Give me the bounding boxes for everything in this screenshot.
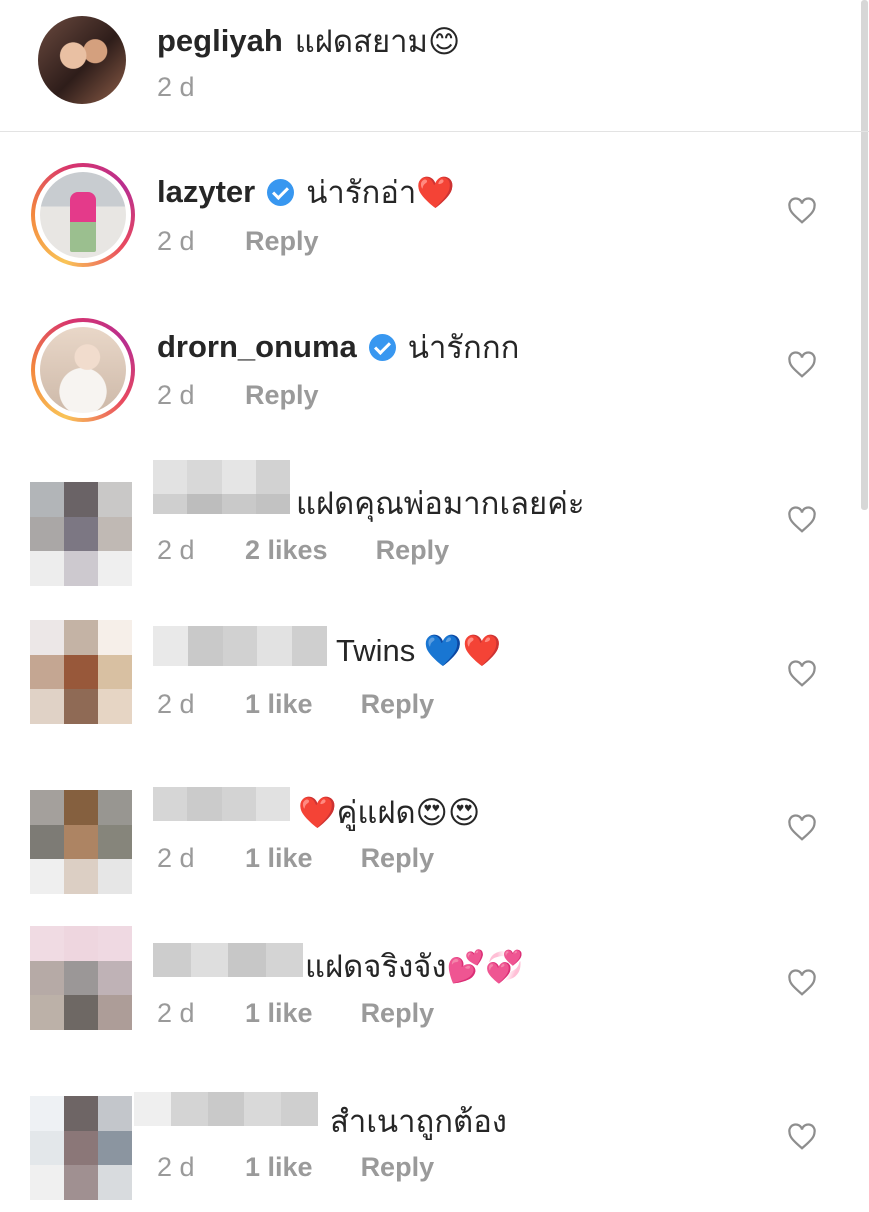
comment-meta: 2 d 1 like Reply (157, 843, 434, 874)
comment-meta: 2 d Reply (157, 226, 319, 257)
blurred-username (153, 943, 303, 977)
divider (0, 131, 869, 132)
heart-outline-icon[interactable] (787, 196, 817, 226)
heart-emoji: ❤️ (416, 175, 455, 210)
heart-outline-icon[interactable] (787, 813, 817, 843)
verified-badge-icon (267, 178, 295, 206)
comment-line: แฝดจริงจัง💕💞 (305, 941, 524, 991)
timestamp: 2 d (157, 843, 195, 873)
reply-button[interactable]: Reply (245, 226, 319, 257)
blurred-username (153, 626, 327, 666)
scrollbar-track[interactable] (859, 0, 869, 1212)
comment-meta: 2 d 1 like Reply (157, 689, 434, 720)
heart-outline-icon[interactable] (787, 968, 817, 998)
comment-text: ❤️คู่แฝด😍😍 (298, 795, 481, 830)
reply-button[interactable]: Reply (361, 843, 435, 874)
blurred-username (153, 494, 290, 514)
timestamp: 2 d (157, 72, 195, 102)
blurred-username (153, 460, 290, 494)
heart-outline-icon[interactable] (787, 1122, 817, 1152)
avatar (40, 172, 126, 258)
comment-meta: 2 d Reply (157, 380, 319, 411)
username[interactable]: drorn_onuma (157, 329, 357, 365)
heart-outline-icon[interactable] (787, 659, 817, 689)
timestamp: 2 d (157, 998, 195, 1028)
scrollbar-thumb[interactable] (861, 0, 868, 510)
likes-count[interactable]: 2 likes (245, 535, 328, 566)
pixelated-avatar[interactable] (30, 926, 132, 1030)
timestamp: 2 d (157, 380, 195, 410)
avatar-story-ring[interactable] (31, 163, 135, 267)
smile-emoji: 😊 (427, 24, 461, 59)
blurred-username (153, 787, 290, 821)
comment-line: pegliyah แฝดสยาม😊 (157, 16, 460, 66)
likes-count[interactable]: 1 like (245, 689, 313, 720)
comment-text: แฝดจริงจัง💕💞 (305, 949, 524, 984)
comment-line: lazyter น่ารักอ่า❤️ (157, 167, 455, 217)
comment-text: น่ารักกก (407, 330, 520, 365)
avatar (40, 327, 126, 413)
comment-item: pegliyah แฝดสยาม😊 2 d (0, 0, 858, 131)
likes-count[interactable]: 1 like (245, 1152, 313, 1183)
comment-text: Twins 💙❤️ (336, 633, 502, 668)
comment-line: ❤️คู่แฝด😍😍 (298, 787, 480, 837)
avatar[interactable] (38, 16, 126, 104)
pixelated-avatar[interactable] (30, 482, 132, 586)
heart-outline-icon[interactable] (787, 505, 817, 535)
blurred-username (134, 1092, 318, 1126)
comment-meta: 2 d (157, 72, 245, 103)
reply-button[interactable]: Reply (361, 689, 435, 720)
comment-text: น่ารักอ่า❤️ (306, 175, 455, 210)
heart-eyes-emoji: 😍😍 (415, 795, 481, 830)
username[interactable]: lazyter (157, 174, 255, 210)
comment-text: แฝดคุณพ่อมากเลยค่ะ (296, 486, 585, 521)
comment-meta: 2 d 2 likes Reply (157, 535, 449, 566)
timestamp: 2 d (157, 689, 195, 719)
comment-text: สำเนาถูกต้อง (330, 1104, 507, 1139)
heart-outline-icon[interactable] (787, 350, 817, 380)
comment-line: drorn_onuma น่ารักกก (157, 322, 519, 372)
likes-count[interactable]: 1 like (245, 998, 313, 1029)
verified-badge-icon (368, 333, 396, 361)
pixelated-avatar[interactable] (30, 620, 132, 724)
timestamp: 2 d (157, 1152, 195, 1182)
username[interactable]: pegliyah (157, 23, 283, 59)
hearts-emoji: 💙❤️ (423, 633, 502, 668)
reply-button[interactable]: Reply (376, 535, 450, 566)
timestamp: 2 d (157, 535, 195, 565)
comment-line: สำเนาถูกต้อง (330, 1096, 507, 1146)
comment-meta: 2 d 1 like Reply (157, 998, 434, 1029)
timestamp: 2 d (157, 226, 195, 256)
pixelated-avatar[interactable] (30, 1096, 132, 1200)
comment-line: Twins 💙❤️ (336, 632, 501, 669)
likes-count[interactable]: 1 like (245, 843, 313, 874)
reply-button[interactable]: Reply (361, 1152, 435, 1183)
pixelated-avatar[interactable] (30, 790, 132, 894)
comment-meta: 2 d 1 like Reply (157, 1152, 434, 1183)
heart-emoji: ❤️ (298, 795, 337, 830)
avatar-story-ring[interactable] (31, 318, 135, 422)
reply-button[interactable]: Reply (361, 998, 435, 1029)
reply-button[interactable]: Reply (245, 380, 319, 411)
comment-text: แฝดสยาม😊 (294, 24, 461, 59)
comment-line: แฝดคุณพ่อมากเลยค่ะ (296, 478, 585, 528)
hearts-emoji: 💕💞 (446, 949, 524, 984)
